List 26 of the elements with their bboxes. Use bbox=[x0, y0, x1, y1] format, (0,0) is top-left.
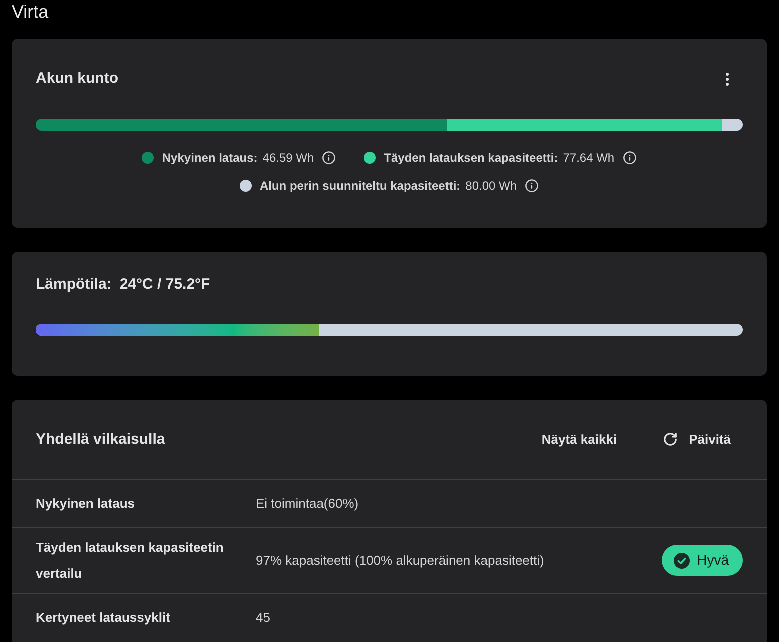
show-all-button[interactable]: Näytä kaikki bbox=[530, 422, 630, 458]
row-label: Kertyneet lataussyklit bbox=[36, 609, 172, 627]
row-label: Nykyinen lataus bbox=[36, 494, 136, 513]
temperature-value: 24°C / 75.2°F bbox=[120, 274, 210, 295]
card-title: Yhdellä vilkaisulla bbox=[36, 430, 166, 450]
page-title: Virta bbox=[12, 1, 49, 24]
row-value: 45 bbox=[256, 609, 272, 627]
card-title: Akun kunto bbox=[36, 69, 118, 89]
legend-label: Täyden latauksen kapasiteetti: bbox=[384, 150, 558, 167]
refresh-button[interactable]: Päivitä bbox=[651, 422, 743, 458]
legend-label: Nykyinen lataus: bbox=[162, 150, 258, 167]
kebab-icon bbox=[726, 72, 728, 86]
info-icon[interactable] bbox=[525, 179, 540, 193]
info-icon[interactable] bbox=[622, 151, 637, 165]
legend-value: 80.00 Wh bbox=[466, 178, 518, 195]
row-label: Täyden latauksen kapasiteetin vertailu bbox=[36, 538, 225, 582]
legend-value: 77.64 Wh bbox=[563, 150, 615, 167]
row-value: 97% kapasiteetti (100% alkuperäinen kapasiteetti) bbox=[256, 552, 546, 570]
legend-label: Alun perin suunniteltu kapasiteetti: bbox=[260, 178, 461, 195]
status-badge: Hyvä bbox=[662, 545, 743, 576]
legend-value: 46.59 Wh bbox=[262, 150, 314, 167]
check-circle-icon bbox=[674, 552, 690, 568]
row-value: Ei toimintaa(60%) bbox=[256, 494, 360, 513]
info-icon[interactable] bbox=[322, 151, 336, 165]
refresh-icon bbox=[663, 432, 678, 447]
temperature-label: Lämpötila: bbox=[36, 274, 112, 295]
